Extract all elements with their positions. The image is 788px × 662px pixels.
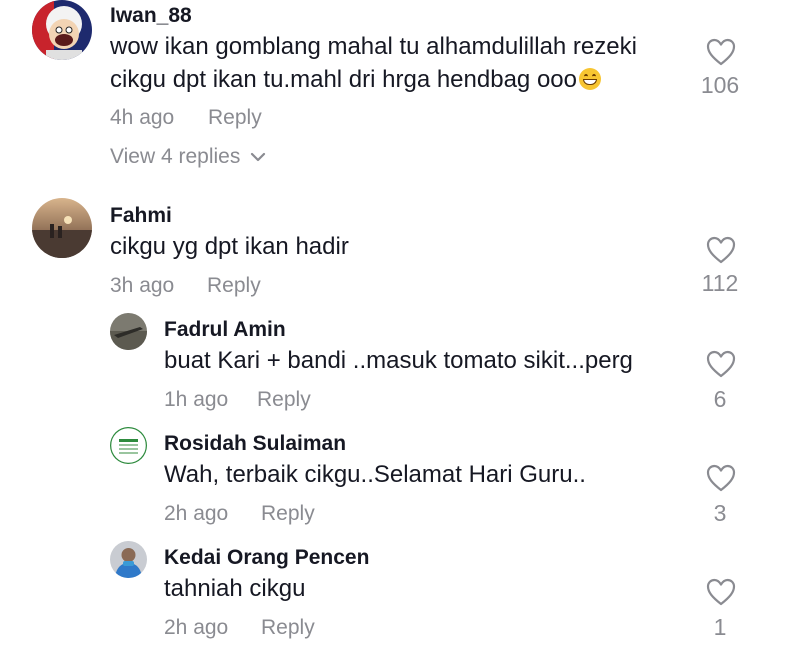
username[interactable]: Fahmi (110, 204, 172, 228)
timestamp: 2h ago (164, 616, 229, 639)
like-count: 106 (700, 72, 740, 98)
heart-outline-icon[interactable] (706, 464, 736, 492)
avatar[interactable] (110, 313, 147, 350)
reply-button[interactable]: Reply (207, 274, 261, 298)
username[interactable]: Iwan_88 (110, 4, 192, 28)
avatar[interactable] (32, 198, 92, 258)
heart-outline-icon[interactable] (706, 578, 736, 606)
reply-item: Rosidah Sulaiman Wah, terbaik cikgu..Sel… (0, 426, 788, 536)
username[interactable]: Kedai Orang Pencen (164, 546, 369, 570)
reply-button[interactable]: Reply (261, 616, 315, 640)
heart-outline-icon[interactable] (706, 350, 736, 378)
like-count: 112 (701, 270, 739, 296)
reply-button[interactable]: Reply (208, 106, 262, 130)
view-replies-label: View 4 replies (110, 145, 241, 168)
timestamp: 3h ago (110, 274, 175, 297)
reply-button[interactable]: Reply (257, 388, 311, 412)
avatar[interactable] (110, 427, 147, 464)
comment-text: buat Kari + bandi ..masuk tomato sikit..… (164, 347, 633, 374)
heart-outline-icon[interactable] (706, 38, 736, 66)
comment-text-line: cikgu dpt ikan tu.mahl dri hrga hendbag … (110, 63, 637, 96)
like-count: 1 (713, 614, 727, 640)
like-count: 3 (713, 500, 727, 526)
avatar[interactable] (32, 0, 92, 60)
username[interactable]: Fadrul Amin (164, 318, 286, 342)
comment-text: Wah, terbaik cikgu..Selamat Hari Guru.. (164, 461, 586, 488)
comment-item: Iwan_88 wow ikan gomblang mahal tu alham… (0, 0, 788, 180)
timestamp: 1h ago (164, 388, 229, 411)
chevron-down-icon (251, 152, 266, 162)
avatar[interactable] (110, 541, 147, 578)
reply-item: Fadrul Amin buat Kari + bandi ..masuk to… (0, 312, 788, 422)
reply-button[interactable]: Reply (261, 502, 315, 526)
like-count: 6 (713, 386, 727, 412)
view-replies-button[interactable]: View 4 replies (110, 145, 266, 169)
comment-item: Fahmi cikgu yg dpt ikan hadir 3h ago Rep… (0, 196, 788, 306)
comment-text: cikgu yg dpt ikan hadir (110, 233, 349, 260)
username[interactable]: Rosidah Sulaiman (164, 432, 346, 456)
comment-text-fragment: cikgu dpt ikan tu.mahl dri hrga hendbag … (110, 66, 577, 93)
heart-outline-icon[interactable] (706, 236, 736, 264)
timestamp: 4h ago (110, 106, 175, 129)
comment-text-line: wow ikan gomblang mahal tu alhamdulillah… (110, 33, 637, 60)
comment-text: wow ikan gomblang mahal tu alhamdulillah… (110, 30, 637, 96)
comment-text: tahniah cikgu (164, 575, 306, 602)
reply-item: Kedai Orang Pencen tahniah cikgu 2h ago … (0, 540, 788, 650)
grinning-face-icon (578, 68, 601, 90)
timestamp: 2h ago (164, 502, 229, 525)
